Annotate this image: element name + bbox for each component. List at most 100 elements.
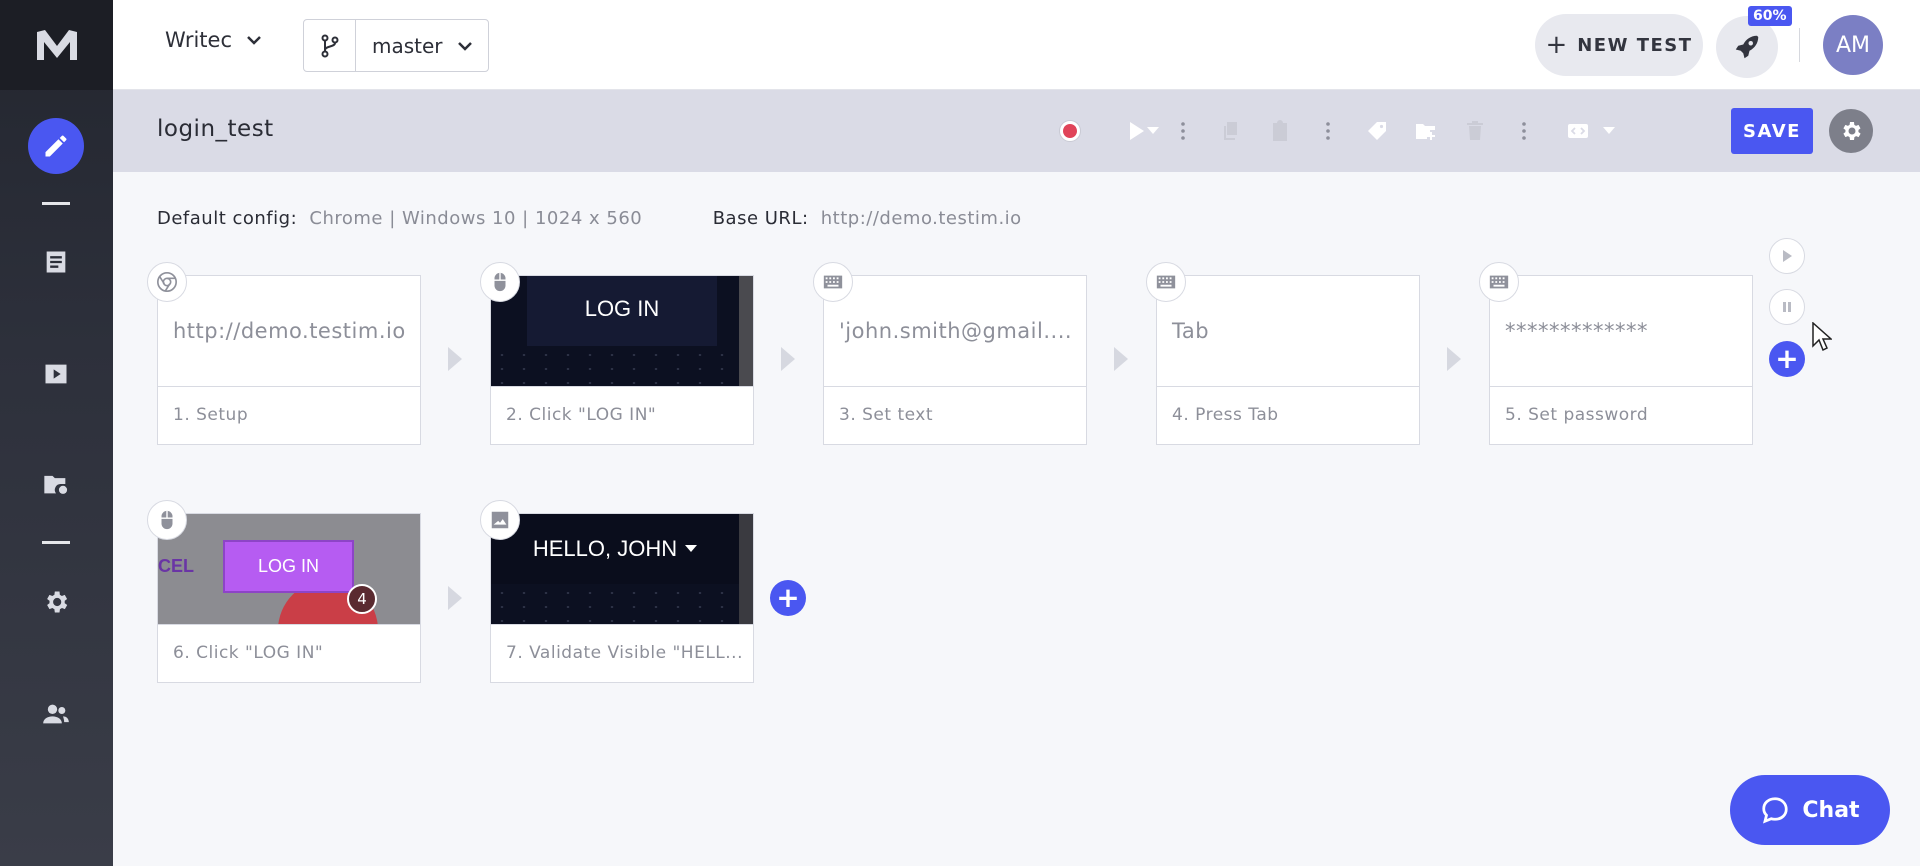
step-content-left: CEL (158, 556, 194, 576)
step-preview: ************* (1490, 276, 1752, 387)
add-step-button[interactable]: + (770, 580, 806, 616)
tests-list-button[interactable] (28, 234, 84, 290)
chat-button[interactable]: Chat (1730, 775, 1890, 845)
code-button[interactable] (1563, 116, 1593, 146)
step-preview: LOG IN (491, 276, 753, 387)
step-label: 5. Set password (1505, 405, 1649, 425)
step-content: http://demo.testim.io (173, 319, 406, 343)
step-card[interactable]: ************* 5. Set password (1489, 275, 1753, 445)
step-content: LOG IN (584, 296, 660, 321)
step-label: 6. Click "LOG IN" (173, 643, 324, 663)
new-test-label: NEW TEST (1577, 34, 1693, 56)
step-card[interactable]: HELLO, JOHN 7. Validate Visible "HELL... (490, 513, 754, 683)
copy-button[interactable] (1216, 116, 1246, 146)
step-label: 1. Setup (173, 405, 249, 425)
default-config-value[interactable]: Chrome | Windows 10 | 1024 x 560 (309, 208, 642, 229)
branch-icon-box (304, 20, 356, 71)
chevron-down-icon (457, 41, 472, 51)
code-options-dropdown[interactable] (1601, 116, 1617, 146)
step-arrow (448, 347, 462, 371)
step-preview: CEL LOG IN 4 (158, 514, 420, 625)
plus-icon: + (776, 581, 800, 614)
vertical-dots-icon (1181, 122, 1185, 140)
step-label: 7. Validate Visible "HELL... (506, 643, 743, 663)
step-type-badge (147, 500, 187, 540)
keyboard-icon (1489, 275, 1509, 289)
test-name[interactable]: login_test (157, 116, 274, 142)
plus-icon: + (1545, 30, 1568, 60)
step-label: 3. Set text (839, 405, 933, 425)
play-box-icon (45, 364, 67, 384)
play-options-dropdown[interactable] (1145, 116, 1161, 146)
step-card[interactable]: CEL LOG IN 4 6. Click "LOG IN" (157, 513, 421, 683)
save-button[interactable]: SAVE (1731, 108, 1813, 154)
add-step-button[interactable]: + (1769, 341, 1805, 377)
people-icon (43, 704, 69, 724)
pencil-icon (45, 135, 67, 157)
play-from-here-button[interactable] (1769, 238, 1805, 274)
step-card[interactable]: LOG IN 2. Click "LOG IN" (490, 275, 754, 445)
step-content: Tab (1172, 319, 1210, 343)
step-content: LOG IN (223, 540, 354, 593)
team-button[interactable] (28, 686, 84, 742)
step-screenshot: CEL LOG IN 4 (158, 514, 420, 624)
rocket-icon (1735, 35, 1759, 59)
chevron-down-icon (247, 36, 261, 45)
caret-down-icon (1147, 127, 1159, 134)
add-to-folder-button[interactable] (1411, 116, 1441, 146)
step-card[interactable]: 'john.smith@gmail.... 3. Set text (823, 275, 1087, 445)
project-selector[interactable]: Writec (165, 28, 262, 52)
more-menu-button[interactable] (1168, 116, 1198, 146)
branch-name-box: master (356, 20, 473, 71)
step-type-badge (1479, 262, 1519, 302)
tag-button[interactable] (1362, 116, 1392, 146)
branch-selector[interactable]: master (303, 19, 489, 72)
folder-gear-icon (44, 475, 68, 494)
avatar[interactable]: AM (1823, 15, 1883, 75)
pause-icon (1783, 302, 1791, 312)
step-screenshot: LOG IN (491, 276, 753, 386)
code-icon (1568, 124, 1588, 138)
play-icon (1783, 250, 1792, 262)
folder-settings-button[interactable] (28, 456, 84, 512)
more-menu-button[interactable] (1313, 116, 1343, 146)
sidebar-divider (42, 541, 70, 544)
project-name: Writec (165, 28, 232, 52)
logo[interactable] (0, 0, 113, 90)
step-card[interactable]: http://demo.testim.io 1. Setup (157, 275, 421, 445)
folder-plus-icon (1416, 124, 1435, 140)
branch-name: master (372, 33, 443, 58)
new-test-button[interactable]: + NEW TEST (1535, 14, 1703, 76)
record-button[interactable] (1055, 116, 1085, 146)
settings-button[interactable] (28, 574, 84, 630)
test-settings-button[interactable] (1829, 109, 1873, 153)
vertical-dots-icon (1522, 122, 1526, 140)
editor-button[interactable] (28, 118, 84, 174)
more-menu-button[interactable] (1509, 116, 1539, 146)
delete-button[interactable] (1460, 116, 1490, 146)
list-document-icon (46, 251, 66, 273)
runs-button[interactable] (28, 346, 84, 402)
plus-icon: + (1775, 342, 1799, 375)
base-url-value[interactable]: http://demo.testim.io (821, 208, 1022, 229)
step-type-badge (147, 262, 187, 302)
caret-down-icon (685, 545, 698, 552)
step-marker: 4 (347, 584, 377, 614)
progress-badge: 60% (1748, 6, 1792, 26)
keyboard-icon (1156, 275, 1176, 289)
step-arrow (1447, 347, 1461, 371)
mouse-cursor-icon (1812, 322, 1832, 352)
clipboard-icon (1273, 120, 1287, 141)
caret-down-icon (1603, 127, 1615, 134)
tag-icon (1368, 122, 1386, 140)
step-card[interactable]: Tab 4. Press Tab (1156, 275, 1420, 445)
step-preview: HELLO, JOHN (491, 514, 753, 625)
trash-icon (1467, 121, 1483, 140)
step-screenshot: HELLO, JOHN (491, 514, 753, 624)
paste-button[interactable] (1265, 116, 1295, 146)
breakpoint-button[interactable] (1769, 289, 1805, 325)
chrome-icon (157, 272, 177, 292)
gear-icon (47, 591, 68, 613)
gear-icon (1843, 122, 1861, 140)
testim-logo-icon (36, 30, 77, 60)
